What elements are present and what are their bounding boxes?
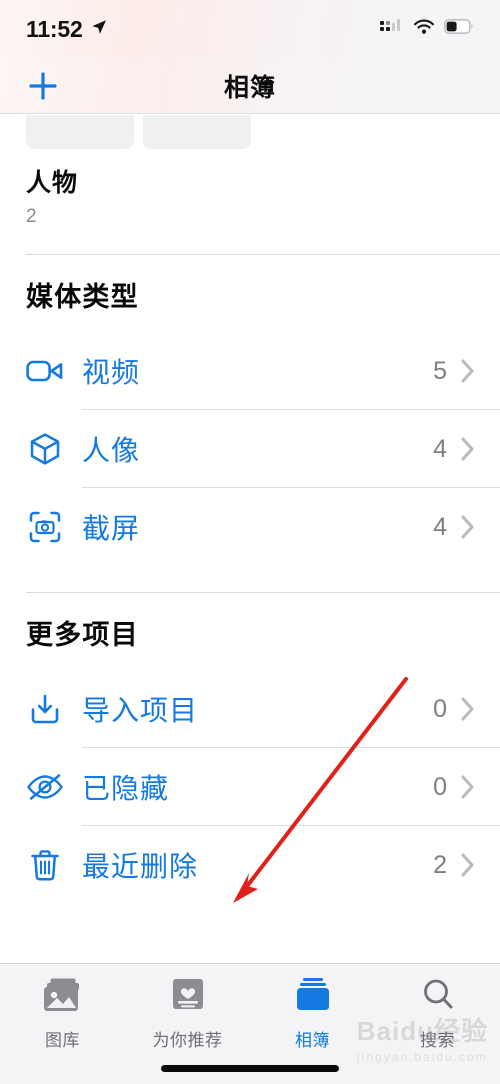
row-count: 4: [433, 434, 447, 463]
battery-icon: [444, 19, 474, 39]
chevron-right-icon: [460, 696, 476, 722]
section-header-media-types: 媒体类型: [26, 282, 139, 312]
cellular-signal-icon: [380, 18, 404, 40]
status-time: 11:52: [26, 15, 83, 42]
tab-label: 搜索: [420, 1031, 455, 1050]
row-hidden[interactable]: 已隐藏 0: [0, 748, 500, 826]
album-thumbnail[interactable]: [26, 115, 134, 149]
row-count: 5: [433, 356, 447, 385]
tab-label: 相簿: [295, 1031, 330, 1050]
row-count: 0: [433, 694, 447, 723]
albums-stack-icon: [291, 976, 335, 1019]
chevron-right-icon: [460, 774, 476, 800]
row-videos[interactable]: 视频 5: [0, 332, 500, 410]
row-imports[interactable]: 导入项目 0: [0, 670, 500, 748]
row-label: 视频: [82, 357, 141, 388]
chevron-right-icon: [460, 358, 476, 384]
photo-library-icon: [40, 976, 86, 1019]
row-portrait[interactable]: 人像 4: [0, 410, 500, 488]
albums-scroll-content[interactable]: 人物 2 媒体类型 视频 5 人像 4 截屏 4 更多项目 导入项目 0 已隐藏…: [0, 115, 500, 963]
chevron-right-icon: [460, 436, 476, 462]
location-arrow-icon: [90, 18, 108, 41]
page-title: 相簿: [223, 73, 276, 102]
tab-for-you[interactable]: 为你推荐: [125, 976, 250, 1051]
chevron-right-icon: [460, 514, 476, 540]
tab-label: 为你推荐: [152, 1031, 223, 1050]
row-recently-deleted[interactable]: 最近删除 2: [0, 826, 500, 904]
row-count: 0: [433, 772, 447, 801]
people-album-count: 2: [26, 206, 37, 227]
plus-icon: [29, 71, 57, 100]
for-you-card-icon: [168, 976, 208, 1019]
row-label: 人像: [82, 435, 141, 466]
search-magnifier-icon: [418, 976, 458, 1019]
album-thumbnail[interactable]: [143, 115, 251, 149]
status-bar-left: 11:52: [26, 16, 108, 43]
row-count: 2: [433, 850, 447, 879]
row-screenshots[interactable]: 截屏 4: [0, 488, 500, 566]
status-bar-right: [380, 18, 474, 40]
eye-slash-icon: [22, 772, 68, 802]
status-bar: 11:52: [0, 0, 500, 58]
tab-albums[interactable]: 相簿: [250, 976, 375, 1051]
tab-library[interactable]: 图库: [0, 976, 125, 1051]
tab-search[interactable]: 搜索: [375, 976, 500, 1051]
people-thumbnail-row: [26, 115, 500, 149]
import-icon: [22, 692, 68, 726]
tab-label: 图库: [45, 1031, 80, 1050]
video-camera-icon: [22, 356, 68, 386]
home-indicator: [161, 1065, 339, 1072]
section-header-more-items: 更多项目: [26, 620, 139, 650]
tab-bar: 图库 为你推荐 相簿 搜索: [0, 963, 500, 1084]
row-label: 截屏: [82, 513, 141, 544]
navigation-bar: 相簿: [0, 58, 500, 114]
row-label: 导入项目: [82, 695, 199, 726]
wifi-icon: [413, 19, 435, 40]
chevron-right-icon: [460, 852, 476, 878]
cube-icon: [22, 432, 68, 466]
add-album-button[interactable]: [20, 63, 66, 109]
row-label: 已隐藏: [82, 773, 170, 804]
trash-icon: [22, 848, 68, 882]
row-count: 4: [433, 512, 447, 541]
people-album-title: 人物: [26, 169, 79, 197]
row-label: 最近删除: [82, 851, 199, 882]
screenshot-icon: [22, 510, 68, 544]
iphone-photos-albums-screen: 11:52 相簿 人物 2 媒体类型 视频 5 人像 4 截屏 4 更多项目 导…: [0, 0, 500, 1084]
people-album-block[interactable]: 人物 2: [0, 115, 500, 228]
